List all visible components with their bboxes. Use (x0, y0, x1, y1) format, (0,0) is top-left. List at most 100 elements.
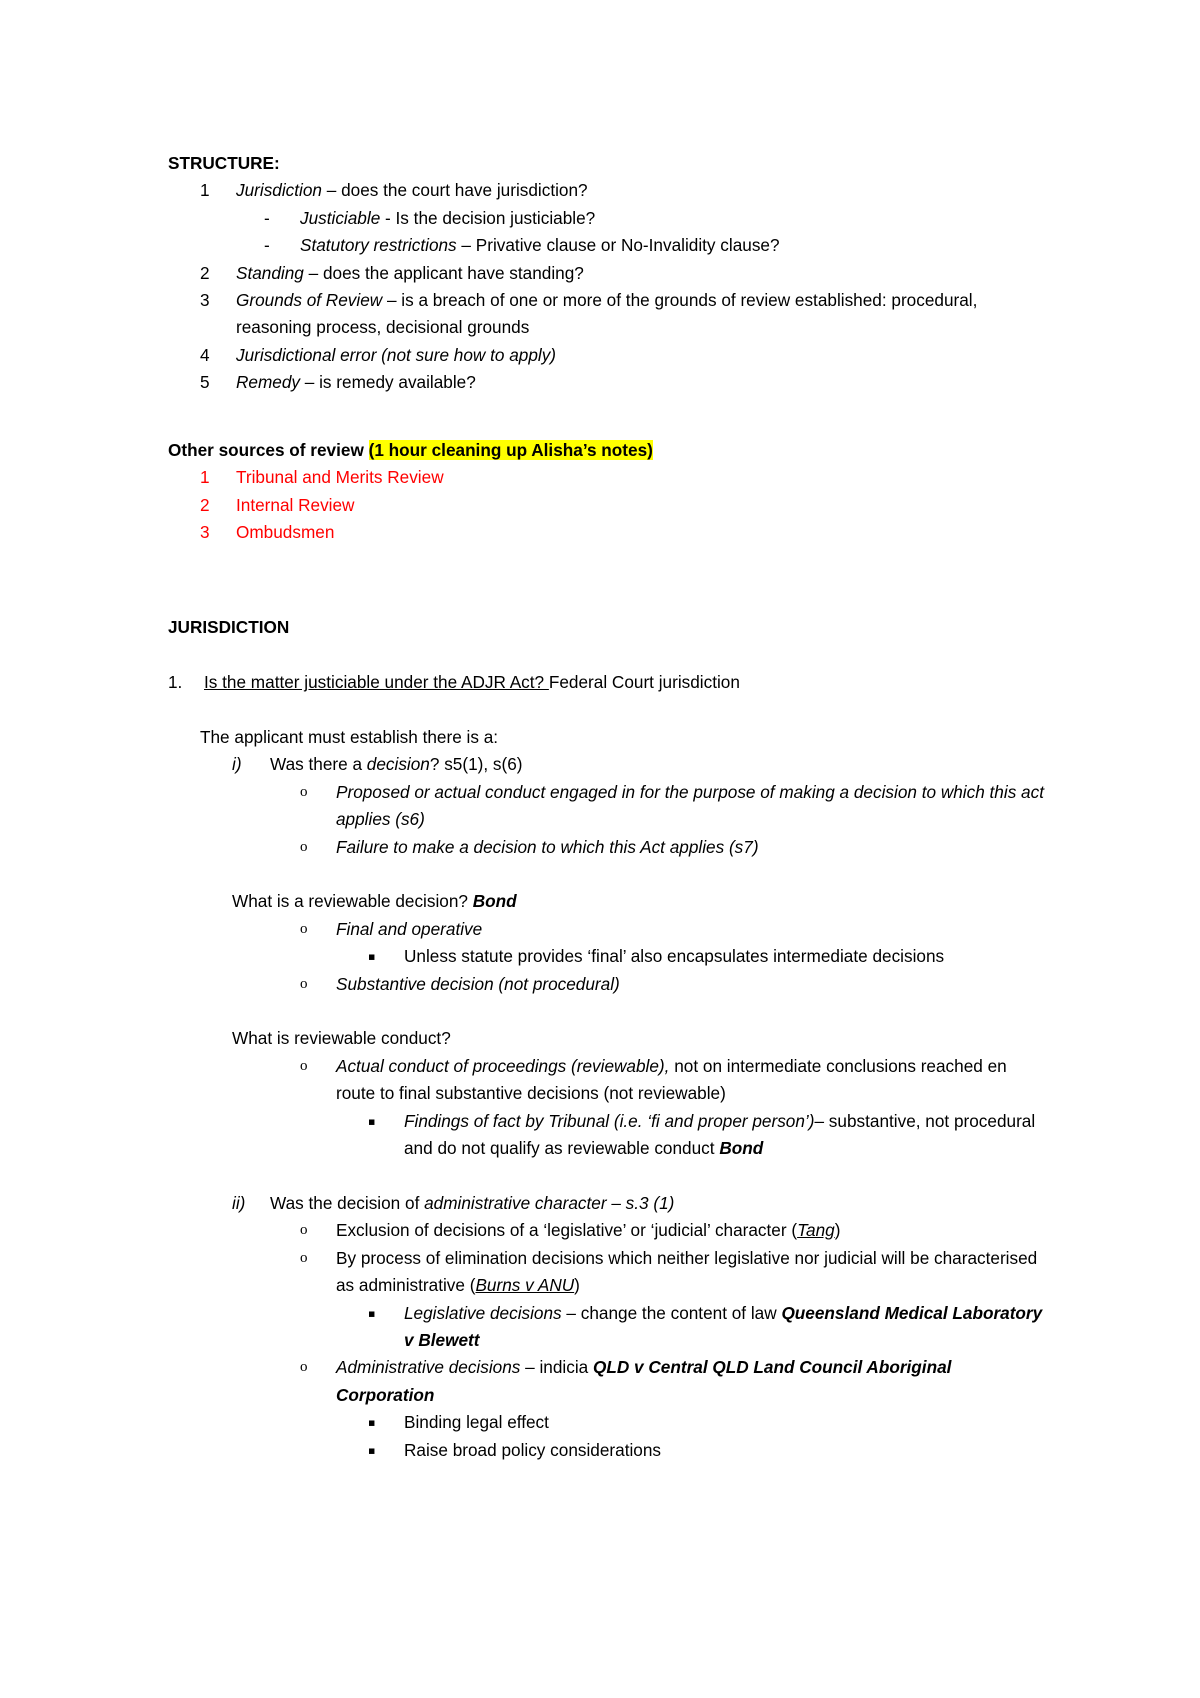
case-citation: Tang (797, 1220, 835, 1241)
list-marker: 5 (200, 372, 210, 393)
list-item-text: Grounds of Review – is a breach of one o… (236, 287, 1050, 342)
document-page: STRUCTURE: 1 Jurisdiction – does the cou… (0, 0, 1200, 1698)
emphasis-run: decision (366, 754, 430, 775)
plain-run: – does the court have jurisdiction? (321, 180, 588, 201)
circle-bullet-icon: o (300, 1057, 308, 1074)
administrative-decisions-bullet: o Administrative decisions – indicia QLD… (168, 1354, 1050, 1409)
list-item-text: Unless statute provides ‘final’ also enc… (404, 946, 945, 967)
emphasis-run: Administrative decisions (336, 1357, 521, 1378)
reviewable-decision-bullet: o Final and operative (168, 916, 1050, 943)
other-sources-heading: Other sources of review (1 hour cleaning… (168, 437, 1050, 464)
list-item-text: Failure to make a decision to which this… (336, 836, 759, 857)
plain-run: – indicia (520, 1357, 593, 1378)
jurisdiction-heading: JURISDICTION (168, 617, 290, 638)
dash-bullet-icon: - (264, 207, 270, 228)
emphasis-run: Jurisdictional error (not sure how to ap… (236, 344, 557, 365)
lead-in-text: The applicant must establish there is a: (200, 727, 499, 748)
plain-run: - Is the decision justiciable? (380, 207, 596, 228)
other-sources-label: Other sources of review (168, 440, 369, 461)
emphasis-run: Statutory restrictions (300, 235, 457, 256)
point-ii-bullet: o Exclusion of decisions of a ‘legislati… (168, 1217, 1050, 1244)
list-item-text: Substantive decision (not procedural) (336, 973, 620, 994)
emphasis-run: Justiciable (300, 207, 381, 228)
plain-run: By process of elimination decisions whic… (336, 1247, 1038, 1296)
reviewable-conduct-question: What is reviewable conduct? (232, 1028, 451, 1049)
reviewable-decision-bullet: o Substantive decision (not procedural) (168, 971, 1050, 998)
list-item-text: Remedy – is remedy available? (236, 369, 1050, 396)
list-item-text: Binding legal effect (404, 1412, 549, 1433)
emphasis-run: administrative character – s.3 (1) (424, 1192, 675, 1213)
list-marker: 2 (200, 262, 210, 283)
list-item-text: Internal Review (236, 494, 355, 515)
administrative-decisions-sub-bullet: ▪ Raise broad policy considerations (168, 1437, 1050, 1464)
list-item-text: Administrative decisions – indicia QLD v… (336, 1354, 1050, 1409)
plain-run: ) (574, 1275, 580, 1296)
list-marker: i) (232, 754, 242, 775)
list-item-text: Final and operative (336, 918, 483, 939)
emphasis-run: Jurisdiction (236, 180, 322, 201)
list-item-text: Ombudsmen (236, 522, 335, 543)
emphasis-run: Remedy (236, 372, 300, 393)
point-ii: ii) Was the decision of administrative c… (168, 1190, 1050, 1217)
legislative-decisions-bullet: ▪ Legislative decisions – change the con… (168, 1300, 1050, 1355)
case-citation: Bond (719, 1138, 764, 1159)
point-ii-bullet: o By process of elimination decisions wh… (168, 1245, 1050, 1300)
square-bullet-icon: ▪ (368, 1306, 376, 1320)
case-citation: Bond (472, 891, 517, 912)
list-marker: 1 (200, 467, 210, 488)
circle-bullet-icon: o (300, 838, 308, 855)
point-i-bullet: o Proposed or actual conduct engaged in … (168, 779, 1050, 834)
point-i-bullet: o Failure to make a decision to which th… (168, 834, 1050, 861)
structure-sub-item: - Justiciable - Is the decision justicia… (168, 205, 1050, 232)
list-item-text: Tribunal and Merits Review (236, 467, 444, 488)
plain-run: – is remedy available? (300, 372, 476, 393)
emphasis-run: Findings of fact by Tribunal (i.e. ‘fi a… (404, 1110, 815, 1131)
plain-run: What is a reviewable decision? (232, 891, 473, 912)
case-citation: Burns v ANU (475, 1275, 575, 1296)
other-sources-item: 3 Ombudsmen (168, 519, 1050, 546)
list-item-text: Statutory restrictions – Privative claus… (300, 232, 1050, 259)
list-item-text: Legislative decisions – change the conte… (404, 1300, 1050, 1355)
structure-heading: STRUCTURE: (168, 153, 280, 173)
list-item-text: Was there a decision? s5(1), s(6) (270, 751, 1050, 778)
reviewable-decision-sub-bullet: ▪ Unless statute provides ‘final’ also e… (168, 943, 1050, 970)
list-marker: ii) (232, 1192, 246, 1213)
plain-run: – change the content of law (561, 1302, 782, 1323)
list-item-text: Raise broad policy considerations (404, 1439, 661, 1460)
list-item-text: Jurisdiction – does the court have juris… (236, 177, 1050, 204)
structure-list-item: 5 Remedy – is remedy available? (168, 369, 1050, 396)
circle-bullet-icon: o (300, 1249, 308, 1266)
plain-run: Was there a (270, 754, 367, 775)
document-body: STRUCTURE: 1 Jurisdiction – does the cou… (168, 150, 1050, 1464)
reviewable-decision-question: What is a reviewable decision? Bond (168, 888, 1050, 915)
emphasis-run: Actual conduct of proceedings (reviewabl… (336, 1055, 670, 1076)
list-marker: 3 (200, 522, 210, 543)
circle-bullet-icon: o (300, 975, 308, 992)
circle-bullet-icon: o (300, 920, 308, 937)
list-item-text: Findings of fact by Tribunal (i.e. ‘fi a… (404, 1108, 1050, 1163)
emphasis-run: Standing (236, 262, 304, 283)
underlined-run: Is the matter justiciable under the ADJR… (204, 672, 549, 693)
emphasis-run: Grounds of Review (236, 290, 383, 311)
square-bullet-icon: ▪ (368, 1114, 376, 1128)
other-sources-item: 1 Tribunal and Merits Review (168, 464, 1050, 491)
list-item-text: Was the decision of administrative chara… (270, 1190, 1050, 1217)
structure-list-item: 2 Standing – does the applicant have sta… (168, 260, 1050, 287)
list-marker: 1. (168, 672, 183, 693)
list-item-text: Exclusion of decisions of a ‘legislative… (336, 1217, 1050, 1244)
circle-bullet-icon: o (300, 1222, 308, 1239)
reviewable-conduct-sub-bullet: ▪ Findings of fact by Tribunal (i.e. ‘fi… (168, 1108, 1050, 1163)
jurisdiction-question-1: 1. Is the matter justiciable under the A… (168, 669, 1050, 696)
structure-sub-item: - Statutory restrictions – Privative cla… (168, 232, 1050, 259)
plain-run: – Privative clause or No-Invalidity clau… (456, 235, 780, 256)
structure-list-item: 1 Jurisdiction – does the court have jur… (168, 177, 1050, 204)
plain-run: – does the applicant have standing? (303, 262, 584, 283)
